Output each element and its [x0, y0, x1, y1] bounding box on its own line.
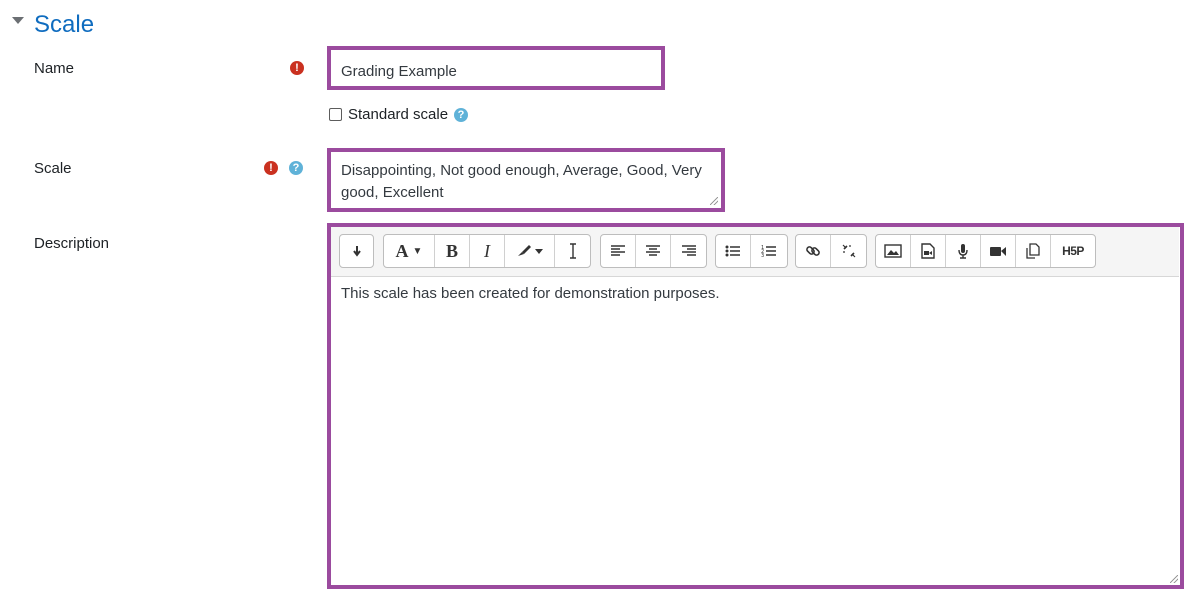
description-editor-text[interactable]: This scale has been created for demonstr…	[341, 285, 720, 303]
name-label: Name	[34, 60, 75, 77]
text-color-icon[interactable]	[505, 235, 555, 267]
bold-icon[interactable]: B	[435, 235, 470, 267]
standard-scale-checkbox[interactable]	[329, 108, 342, 121]
resize-handle-icon[interactable]	[1170, 575, 1178, 583]
image-icon[interactable]	[876, 235, 911, 267]
section-collapse-toggle-icon[interactable]	[12, 17, 24, 24]
section-title[interactable]: Scale	[34, 10, 94, 40]
help-icon[interactable]: ?	[289, 161, 303, 175]
font-style-icon[interactable]: A ▼	[384, 235, 435, 267]
description-label: Description	[34, 235, 110, 252]
unordered-list-icon[interactable]	[716, 235, 751, 267]
italic-icon[interactable]: I	[470, 235, 505, 267]
required-icon: !	[290, 61, 304, 75]
scale-textarea-highlight[interactable]: Disappointing, Not good enough, Average,…	[327, 148, 725, 212]
show-more-icon[interactable]	[340, 235, 373, 267]
ordered-list-icon[interactable]: 123	[751, 235, 786, 267]
standard-scale-label[interactable]: Standard scale	[348, 106, 448, 124]
record-video-icon[interactable]	[981, 235, 1016, 267]
help-icon[interactable]: ?	[454, 108, 468, 122]
align-left-icon[interactable]	[601, 235, 636, 267]
resize-handle-icon[interactable]	[710, 197, 718, 205]
align-right-icon[interactable]	[671, 235, 706, 267]
name-input[interactable]: Grading Example	[341, 63, 457, 81]
required-icon: !	[264, 161, 278, 175]
editor-toolbar: A ▼ B I 123 H5P	[331, 227, 1179, 277]
scale-textarea-line-2[interactable]: good, Excellent	[341, 184, 444, 202]
record-audio-icon[interactable]	[946, 235, 981, 267]
scale-textarea-line-1[interactable]: Disappointing, Not good enough, Average,…	[341, 162, 702, 180]
align-center-icon[interactable]	[636, 235, 671, 267]
unlink-icon[interactable]	[831, 235, 866, 267]
h5p-icon[interactable]: H5P	[1051, 235, 1095, 267]
manage-files-icon[interactable]	[1016, 235, 1051, 267]
media-icon[interactable]	[911, 235, 946, 267]
description-editor[interactable]	[331, 277, 1179, 581]
clear-format-icon[interactable]	[555, 235, 590, 267]
svg-text:3: 3	[761, 253, 764, 258]
name-input-highlight[interactable]: Grading Example	[327, 46, 665, 90]
scale-label: Scale	[34, 160, 72, 177]
link-icon[interactable]	[796, 235, 831, 267]
